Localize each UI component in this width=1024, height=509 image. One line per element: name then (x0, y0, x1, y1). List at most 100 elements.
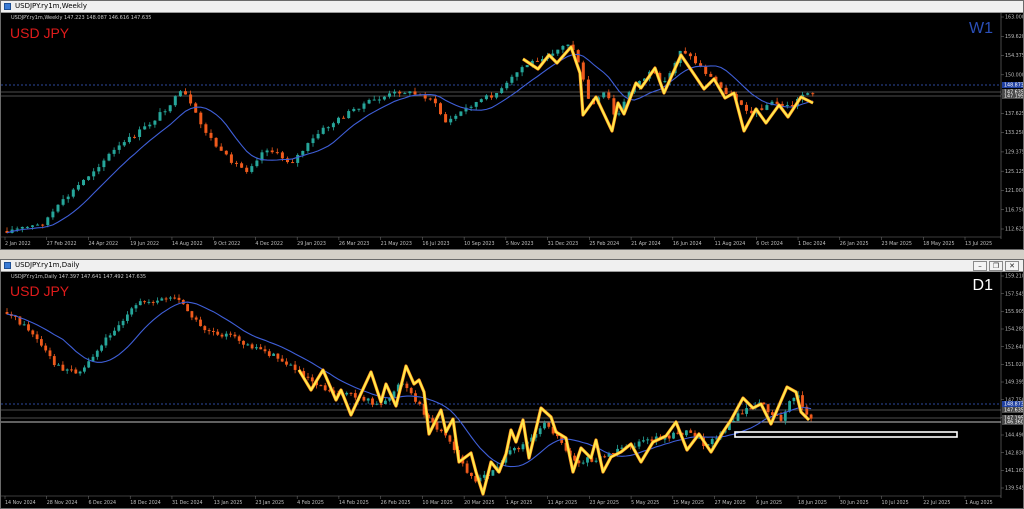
candle-body (375, 403, 379, 405)
weekly-chart-window[interactable]: USDJPY.ry1m,Weekly USDJPY.ry1m,Weekly 14… (0, 0, 1024, 250)
date-label: 14 Aug 2022 (172, 241, 203, 247)
candle-body (48, 350, 52, 357)
candle-body (27, 324, 30, 331)
candle-body (117, 145, 121, 150)
candle-body (233, 334, 237, 337)
weekly-title-bar[interactable]: USDJPY.ry1m,Weekly (1, 1, 1023, 13)
candle-body (15, 228, 19, 230)
restore-button[interactable]: ❐ (989, 261, 1003, 271)
candle-body (811, 93, 815, 95)
candle-body (160, 298, 164, 301)
candle-body (581, 62, 585, 80)
price-tag-label: 146.360 (1004, 420, 1024, 426)
candle-body (444, 114, 448, 123)
price-label: 155.905 (1005, 309, 1024, 315)
candle-body (108, 335, 112, 338)
candle-body (92, 171, 96, 177)
candle-body (285, 361, 288, 365)
candle-body (126, 314, 129, 321)
candle-body (100, 345, 103, 351)
candle-body (607, 92, 611, 99)
candle-body (158, 112, 162, 121)
candle-body (219, 146, 223, 151)
candle-body (366, 398, 370, 401)
date-label: 16 Jul 2023 (422, 241, 449, 247)
date-label: 6 Dec 2024 (88, 500, 116, 506)
candle-body (255, 160, 259, 167)
date-label: 5 Nov 2023 (506, 241, 534, 247)
candle-body (25, 226, 29, 228)
candle-body (36, 224, 40, 226)
candle-body (112, 149, 116, 154)
candle-body (245, 167, 249, 172)
chart-icon (4, 3, 11, 10)
candle-body (74, 369, 78, 374)
price-label: 144.490 (1005, 433, 1024, 439)
candle-body (388, 93, 391, 97)
candle-body (57, 364, 60, 366)
date-label: 15 May 2025 (673, 500, 704, 506)
candle-body (495, 93, 499, 98)
candle-body (393, 91, 397, 94)
candle-body (710, 439, 714, 445)
date-label: 25 Feb 2024 (589, 241, 619, 247)
candle-body (177, 297, 181, 300)
candle-body (31, 225, 34, 227)
candle-body (71, 189, 75, 197)
candle-body (143, 126, 147, 130)
candle-body (147, 301, 151, 303)
candle-body (459, 111, 463, 116)
daily-window-title: USDJPY.ry1m,Daily (15, 261, 80, 269)
price-label: 121.000 (1005, 188, 1024, 194)
candle-body (760, 108, 764, 110)
candle-body (220, 334, 224, 337)
candle-body (173, 96, 177, 106)
candle-body (547, 422, 551, 427)
candle-body (291, 162, 295, 164)
price-label: 116.750 (1005, 207, 1024, 213)
minimize-button[interactable]: – (973, 261, 987, 271)
candle-body (382, 96, 386, 100)
price-tag-label: 148.873 (1004, 83, 1024, 89)
close-button[interactable]: ✕ (1005, 261, 1019, 271)
candle-body (301, 150, 305, 155)
candle-body (321, 127, 325, 134)
candle-body (465, 463, 469, 473)
candle-body (337, 117, 340, 124)
candle-body (371, 398, 374, 405)
candle-body (216, 331, 220, 335)
candle-body (280, 358, 284, 362)
price-label: 159.620 (1005, 34, 1024, 40)
candle-body (22, 324, 26, 326)
candle-body (484, 95, 488, 100)
date-label: 11 Aug 2024 (715, 241, 746, 247)
candle-body (439, 429, 443, 432)
price-tag-label: 147.195 (1004, 94, 1024, 100)
daily-price-chart[interactable]: 159.210 157.545 155.905 154.285 152.640 151.0… (1, 272, 1024, 509)
candle-body (765, 105, 769, 110)
daily-title-bar[interactable]: USDJPY.ry1m,Daily – ❐ ✕ (1, 260, 1023, 272)
price-label: 133.250 (1005, 130, 1024, 136)
price-label: 142.830 (1005, 450, 1024, 456)
date-label: 10 Mar 2025 (422, 500, 452, 506)
candle-body (66, 196, 70, 200)
candle-body (806, 93, 810, 95)
date-label: 31 Dec 2023 (548, 241, 579, 247)
candle-body (186, 304, 189, 312)
daily-chart-window[interactable]: USDJPY.ry1m,Daily – ❐ ✕ USDJPY.ry1m,Dail… (0, 259, 1024, 509)
candle-body (289, 364, 293, 366)
candle-body (212, 330, 215, 332)
candle-body (130, 308, 134, 315)
candle-body (413, 91, 417, 95)
candle-body (224, 150, 228, 155)
candle-body (745, 104, 748, 111)
weekly-price-chart[interactable]: 163.000159.620154.375150.000142.000137.6… (1, 13, 1024, 250)
candle-body (190, 311, 194, 318)
candle-body (169, 297, 172, 299)
date-label: 6 Oct 2024 (756, 241, 783, 247)
candle-body (538, 428, 542, 435)
candle-body (267, 351, 271, 356)
date-label: 26 Feb 2025 (381, 500, 411, 506)
date-label: 9 Oct 2022 (214, 241, 241, 247)
date-label: 29 Jan 2023 (297, 241, 326, 247)
